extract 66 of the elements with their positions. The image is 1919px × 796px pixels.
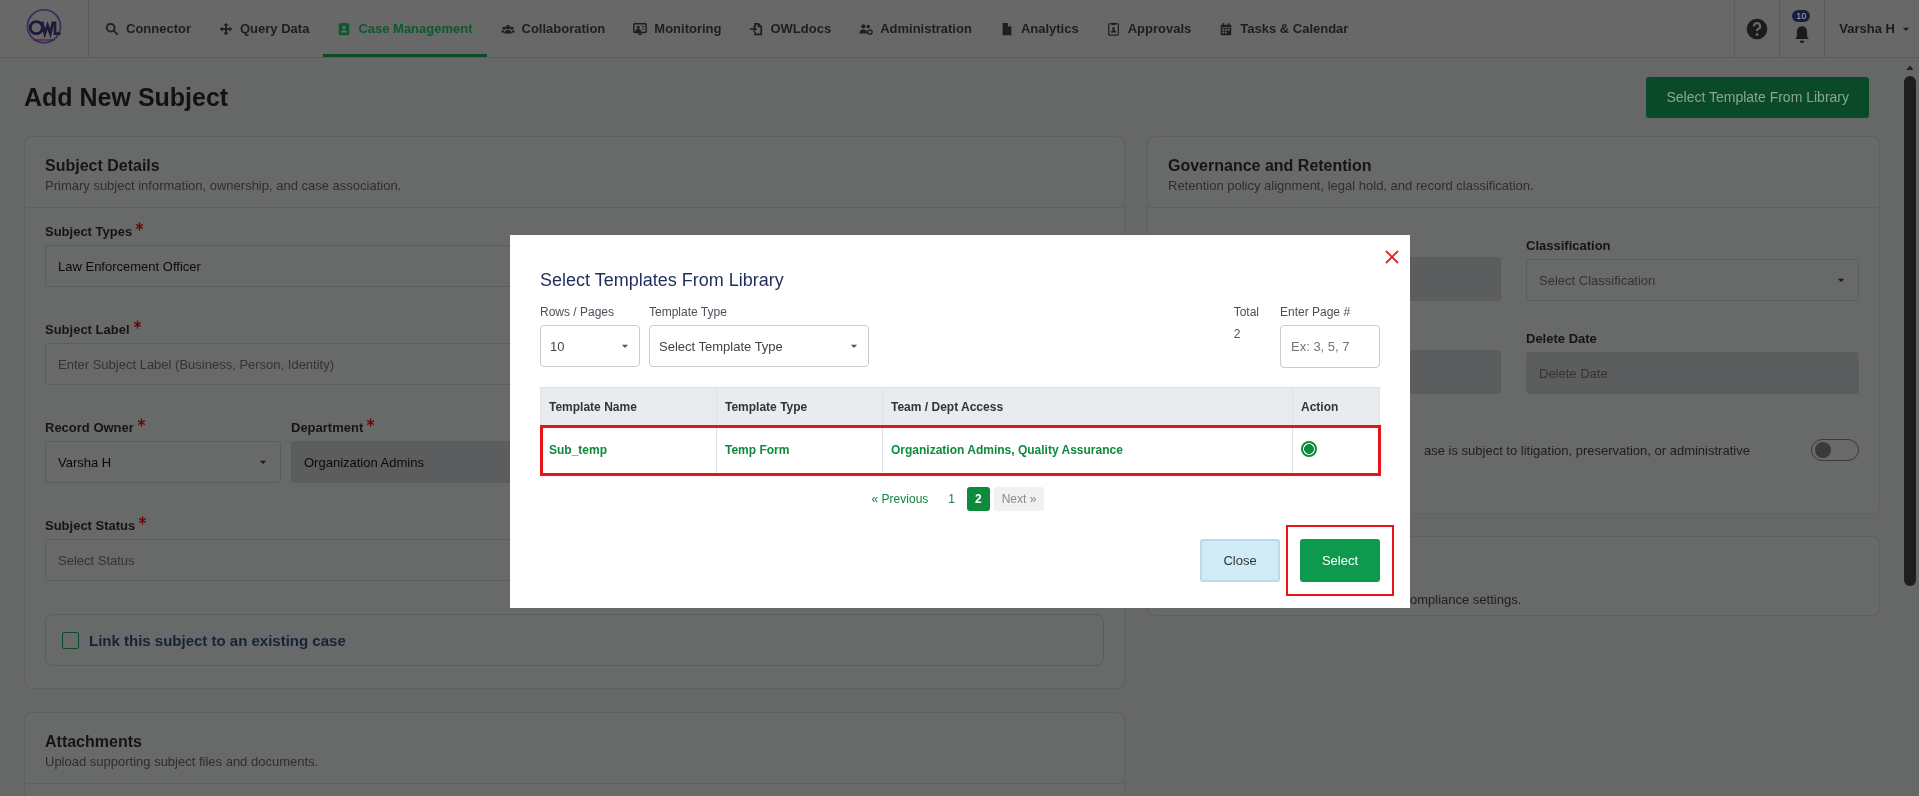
nav-tab[interactable]: Query Data (205, 0, 324, 57)
card-title: Attachments (45, 733, 143, 751)
legal-hold-text: ase is subject to litigation, preservation, or administrative (1424, 442, 1750, 458)
users-gear-icon (859, 21, 874, 36)
nav-tab[interactable]: Analytics (985, 0, 1093, 57)
field-label: Subject Status (45, 518, 136, 533)
user-menu[interactable]: Varsha H (1824, 0, 1919, 57)
scroll-up-arrow-icon (1904, 64, 1916, 72)
field-label: Delete Date (1526, 331, 1597, 346)
field-label: Record Owner (45, 420, 134, 435)
field-label: Template Type (649, 305, 728, 319)
field-label: Enter Page # (1280, 305, 1352, 319)
table-cell: Organization Admins, Quality Assurance (882, 425, 1293, 475)
dropdown[interactable]: Varsha H (45, 441, 281, 483)
close-button[interactable]: Close (1200, 539, 1280, 582)
page-title: Add New Subject (24, 82, 229, 112)
column-header: Team / Dept Access (882, 387, 1293, 426)
field-label: Subject Label (45, 322, 130, 337)
field-label: Subject Types (45, 224, 133, 239)
total-count: 2 (1233, 327, 1242, 341)
field-label: Classification (1526, 238, 1611, 253)
card-title: Governance and Retention (1168, 157, 1373, 175)
page-number[interactable]: 1 (940, 487, 963, 511)
card-subtitle: Primary subject information, ownership, and case association. (45, 178, 403, 193)
previous-link[interactable]: « Previous (863, 487, 937, 511)
page-number[interactable]: 2 (967, 487, 990, 511)
search-icon (105, 21, 119, 36)
checkbox-label: Link this subject to an existing case (89, 631, 346, 649)
calendar-icon (1219, 21, 1234, 36)
clipboard-person-icon (1106, 21, 1121, 36)
nav-tab[interactable]: Tasks & Calendar (1205, 0, 1363, 57)
field-label: Total (1233, 305, 1259, 319)
card-subtitle: ompliance settings. (1410, 592, 1522, 607)
close-icon (1384, 249, 1400, 265)
dropdown[interactable]: Select Template Type (649, 325, 869, 367)
modal-title: Select Templates From Library (540, 270, 785, 291)
file-import-icon (749, 21, 764, 36)
nav-tab[interactable]: Collaboration (486, 0, 620, 57)
column-header: Template Type (716, 387, 883, 426)
select-template-button[interactable]: Select Template From Library (1646, 76, 1869, 118)
nav-tab[interactable]: Approvals (1092, 0, 1206, 57)
nav-tab[interactable]: OWLdocs (735, 0, 846, 57)
help-icon (1746, 17, 1769, 40)
contact-card-icon (337, 21, 352, 36)
monitor-person-icon (633, 21, 648, 36)
table-cell: Temp Form (716, 425, 883, 475)
card-title: Subject Details (45, 157, 161, 175)
radio-button[interactable] (1301, 440, 1317, 457)
checkbox[interactable] (62, 631, 79, 649)
nav-tab[interactable]: Monitoring (619, 0, 736, 57)
table-cell: Sub_temp (540, 425, 717, 475)
notification-badge: 10 (1792, 10, 1811, 22)
field-label: Rows / Pages (540, 305, 616, 319)
column-header: Template Name (540, 387, 717, 426)
card-subtitle: Retention policy alignment, legal hold, and record classification. (1168, 178, 1535, 193)
table-row[interactable]: Sub_temp Temp Form Organization Admins, Quality Assurance (540, 425, 1380, 475)
scrollbar-thumb[interactable] (1904, 76, 1916, 586)
nav-tab[interactable]: Administration (845, 0, 986, 57)
column-header: Action (1292, 387, 1380, 426)
select-button[interactable]: Select (1300, 539, 1380, 582)
nav-tab[interactable]: Connector (91, 0, 205, 57)
move-arrows-icon (219, 21, 233, 36)
card-subtitle: Upload supporting subject files and documents. (45, 754, 320, 769)
input-field[interactable]: Ex: 3, 5, 7 (1280, 325, 1380, 368)
dropdown[interactable]: 10 (540, 325, 640, 367)
field-label: Department (291, 420, 364, 435)
